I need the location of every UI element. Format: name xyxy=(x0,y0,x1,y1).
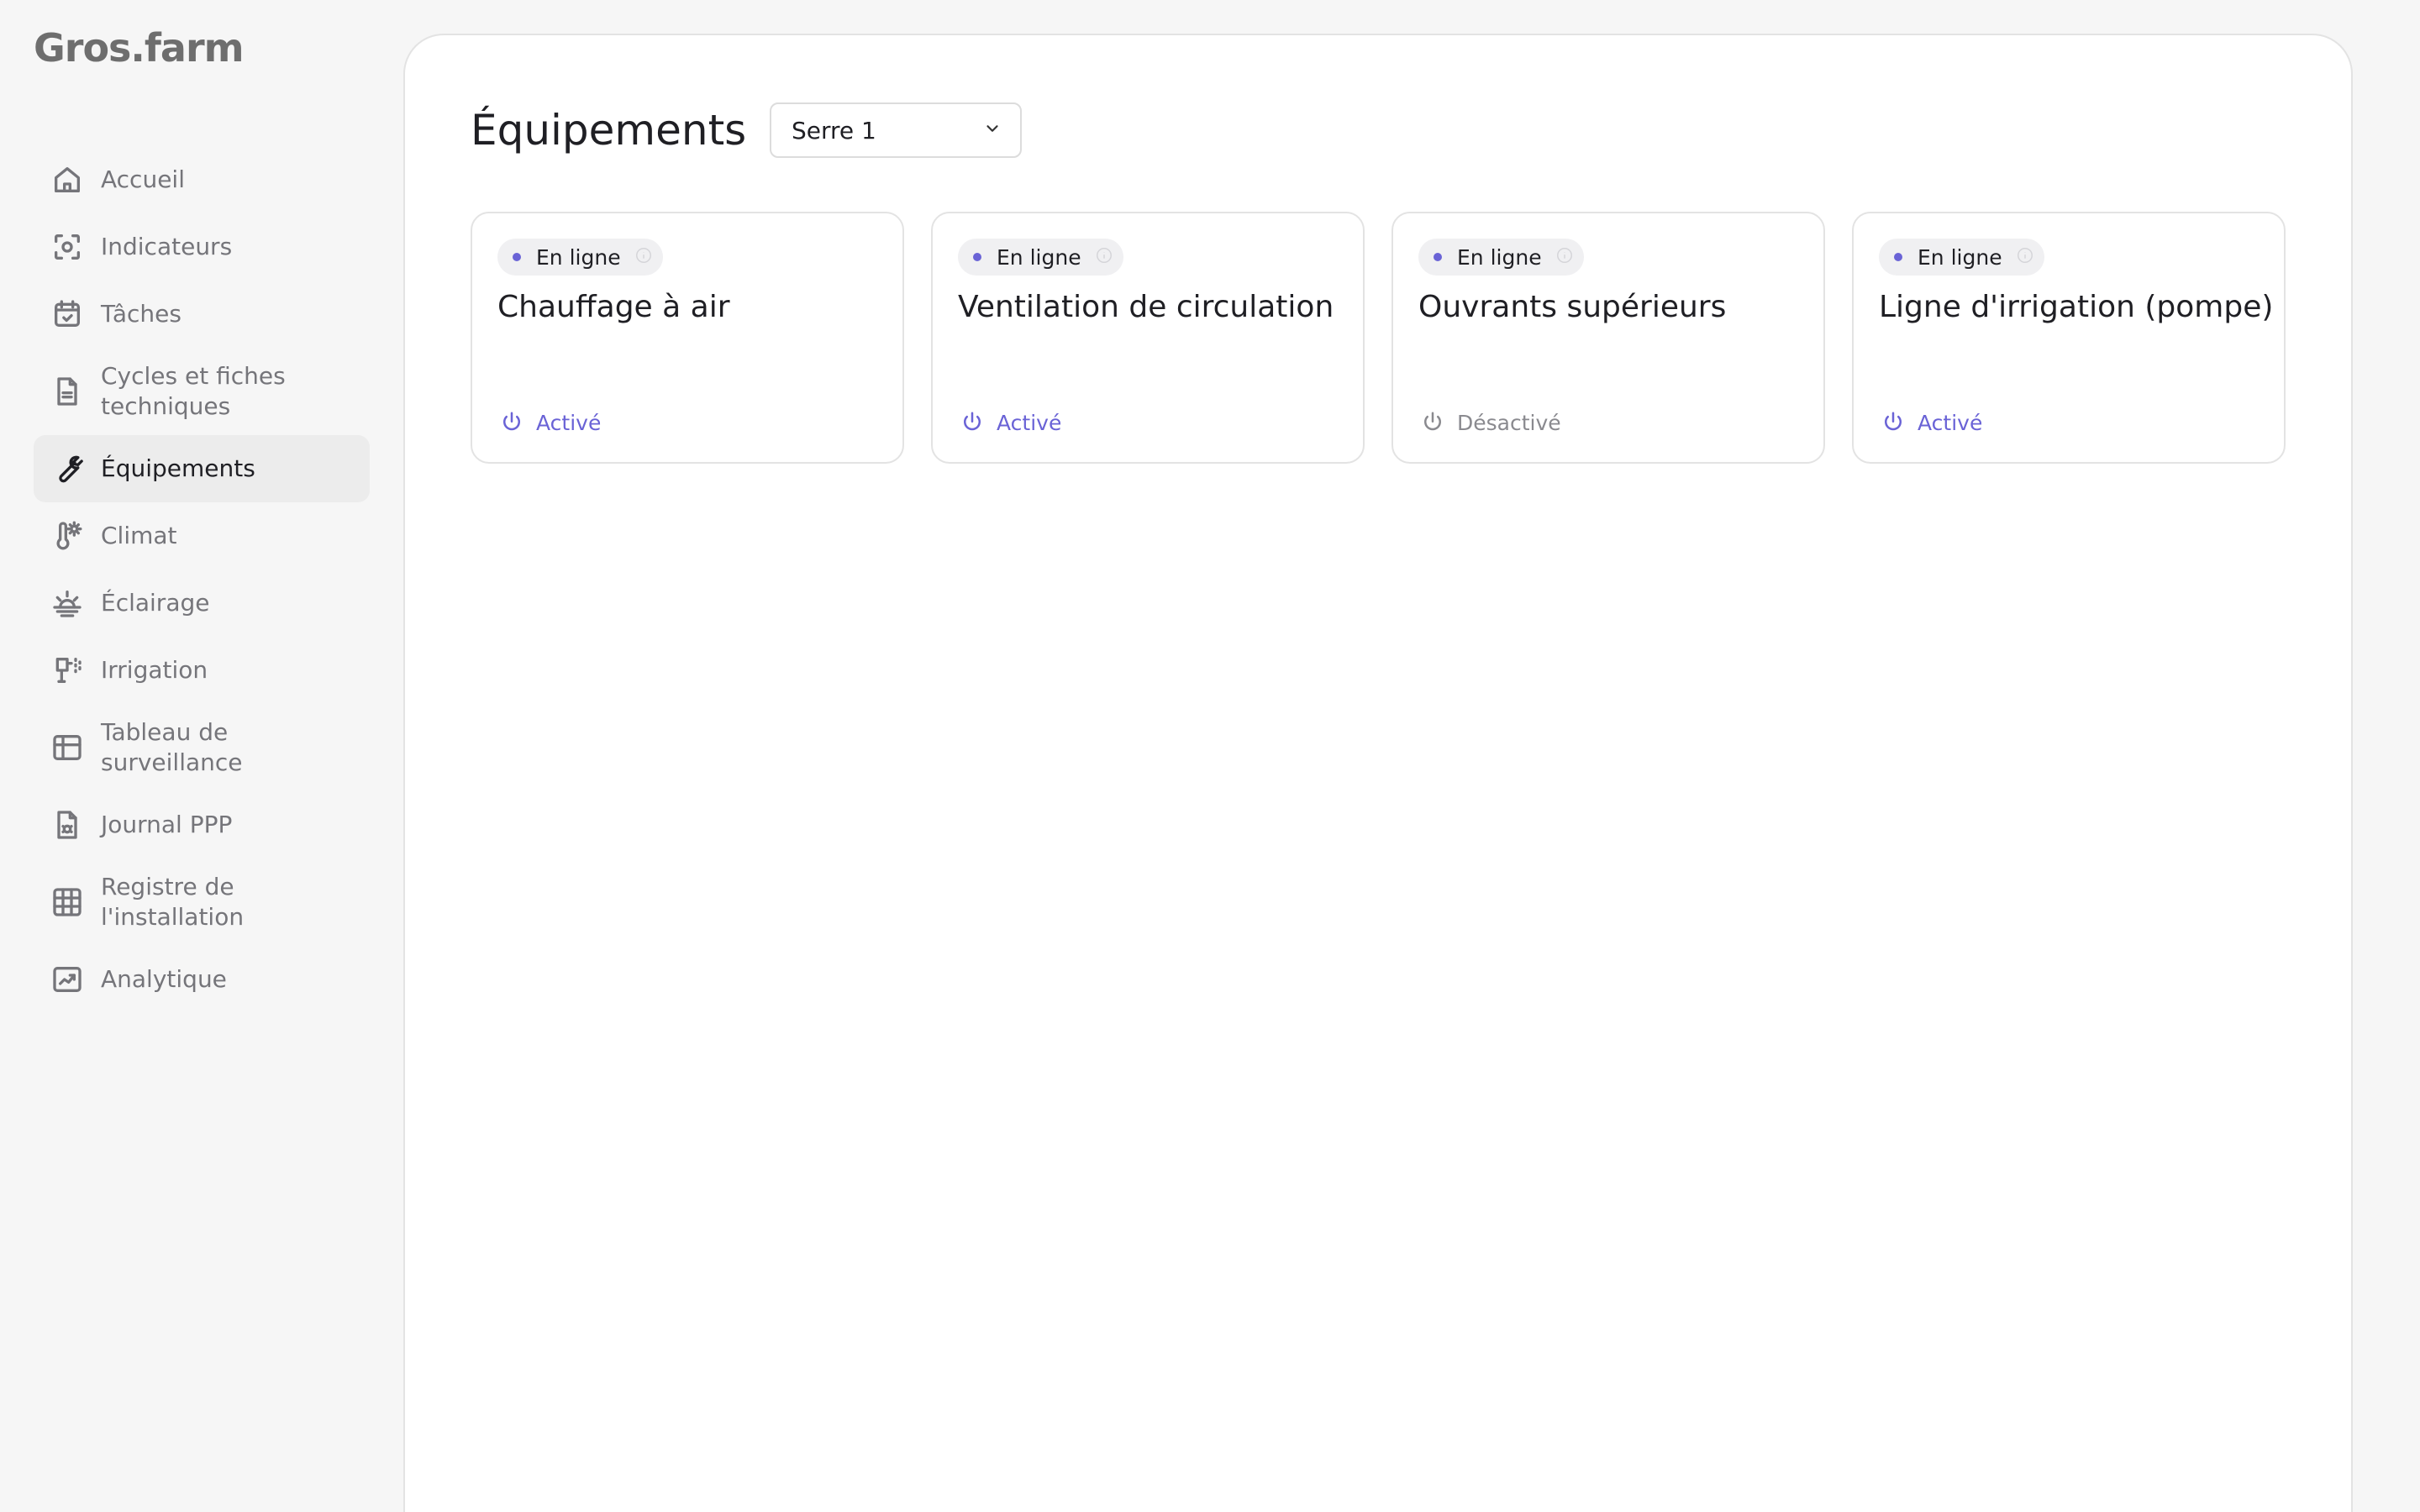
sidebar-item-taches[interactable]: Tâches xyxy=(34,281,370,348)
info-icon[interactable] xyxy=(634,246,653,268)
sidebar-item-label: Analytique xyxy=(101,965,227,993)
grid-icon xyxy=(50,885,84,919)
greenhouse-select-value: Serre 1 xyxy=(792,116,876,144)
info-icon[interactable] xyxy=(2016,246,2034,268)
power-icon xyxy=(1424,412,1441,431)
wrench-icon xyxy=(50,452,84,486)
power-state-label: Désactivé xyxy=(1457,410,1561,435)
status-badge: En ligne xyxy=(1418,239,1584,276)
info-icon[interactable] xyxy=(1095,246,1113,268)
power-icon xyxy=(1885,412,1902,431)
status-dot xyxy=(513,253,521,261)
sidebar-item-label: Équipements xyxy=(101,454,255,482)
status-label: En ligne xyxy=(997,244,1081,270)
power-toggle[interactable]: Activé xyxy=(499,410,601,435)
bug-document-icon xyxy=(50,808,84,842)
sidebar-item-label: Journal PPP xyxy=(101,811,233,838)
irrigation-icon xyxy=(50,654,84,687)
sensor-icon xyxy=(50,230,84,264)
equipment-title: Ventilation de circulation xyxy=(958,290,1334,324)
home-icon xyxy=(50,163,84,197)
document-icon xyxy=(50,375,84,408)
status-dot xyxy=(1894,253,1902,261)
equipment-list: En ligne Chauffage à air Activé En ligne xyxy=(471,212,2286,464)
power-toggle[interactable]: Activé xyxy=(1881,410,1982,435)
grid-table-icon xyxy=(50,731,84,764)
calendar-check-icon xyxy=(50,297,84,331)
sidebar-item-label: Tableau de surveillance xyxy=(101,718,243,776)
info-icon[interactable] xyxy=(1555,246,1574,268)
equipment-card-irrigation[interactable]: En ligne Ligne d'irrigation (pompe) Acti… xyxy=(1852,212,2286,464)
sidebar-item-label: Accueil xyxy=(101,165,185,193)
sidebar-nav: Accueil Indicateurs Tâches Cycles et fic… xyxy=(34,146,370,1013)
sidebar-item-accueil[interactable]: Accueil xyxy=(34,146,370,213)
equipment-title: Chauffage à air xyxy=(497,290,730,324)
sidebar: Gros.farm Accueil Indicateurs Tâches Cyc… xyxy=(0,0,403,1512)
app-logo[interactable]: Gros.farm xyxy=(34,25,245,71)
sidebar-item-irrigation[interactable]: Irrigation xyxy=(34,637,370,704)
sidebar-item-indicateurs[interactable]: Indicateurs xyxy=(34,213,370,281)
app-root: Gros.farm Accueil Indicateurs Tâches Cyc… xyxy=(0,0,2420,1512)
sidebar-item-cycles[interactable]: Cycles et fiches techniques xyxy=(34,348,370,435)
sidebar-item-journal-ppp[interactable]: Journal PPP xyxy=(34,791,370,858)
equipment-title: Ligne d'irrigation (pompe) xyxy=(1879,290,2274,324)
main-panel: Équipements Serre 1 En ligne Chauffage à… xyxy=(403,34,2353,1512)
sidebar-item-label: Éclairage xyxy=(101,589,210,617)
equipment-card-ventilation[interactable]: En ligne Ventilation de circulation Acti… xyxy=(931,212,1365,464)
sunrise-icon xyxy=(50,586,84,620)
sidebar-item-analytique[interactable]: Analytique xyxy=(34,946,370,1013)
chart-trend-icon xyxy=(50,963,84,996)
power-icon xyxy=(503,412,520,431)
status-label: En ligne xyxy=(536,244,621,270)
status-badge: En ligne xyxy=(1879,239,2044,276)
sidebar-item-eclairage[interactable]: Éclairage xyxy=(34,570,370,637)
power-state-label: Activé xyxy=(997,410,1062,435)
status-dot xyxy=(1434,253,1442,261)
sidebar-item-label: Registre de l'installation xyxy=(101,873,245,931)
equipment-title: Ouvrants supérieurs xyxy=(1418,290,1727,324)
equipment-card-ouvrants[interactable]: En ligne Ouvrants supérieurs Désactivé xyxy=(1392,212,1825,464)
greenhouse-select[interactable]: Serre 1 xyxy=(770,102,1022,158)
power-state-label: Activé xyxy=(1918,410,1983,435)
status-label: En ligne xyxy=(1918,244,2002,270)
sidebar-item-label: Cycles et fiches techniques xyxy=(101,362,286,420)
page-title: Équipements xyxy=(471,106,747,155)
sidebar-item-label: Tâches xyxy=(101,300,182,328)
chevron-down-icon xyxy=(983,119,1002,141)
sidebar-item-label: Climat xyxy=(101,522,177,549)
power-toggle[interactable]: Désactivé xyxy=(1420,410,1561,435)
sidebar-item-climat[interactable]: Climat xyxy=(34,502,370,570)
sidebar-item-label: Indicateurs xyxy=(101,233,233,260)
sidebar-item-label: Irrigation xyxy=(101,656,208,684)
sidebar-item-equipements[interactable]: Équipements xyxy=(34,435,370,502)
equipment-card-chauffage[interactable]: En ligne Chauffage à air Activé xyxy=(471,212,904,464)
power-state-label: Activé xyxy=(536,410,602,435)
thermometer-sun-icon xyxy=(50,519,84,553)
status-badge: En ligne xyxy=(958,239,1123,276)
power-toggle[interactable]: Activé xyxy=(960,410,1061,435)
status-badge: En ligne xyxy=(497,239,663,276)
sidebar-item-registre-installation[interactable]: Registre de l'installation xyxy=(34,858,370,946)
sidebar-item-tableau-surveillance[interactable]: Tableau de surveillance xyxy=(34,704,370,791)
status-dot xyxy=(973,253,981,261)
power-icon xyxy=(964,412,981,431)
status-label: En ligne xyxy=(1457,244,1542,270)
